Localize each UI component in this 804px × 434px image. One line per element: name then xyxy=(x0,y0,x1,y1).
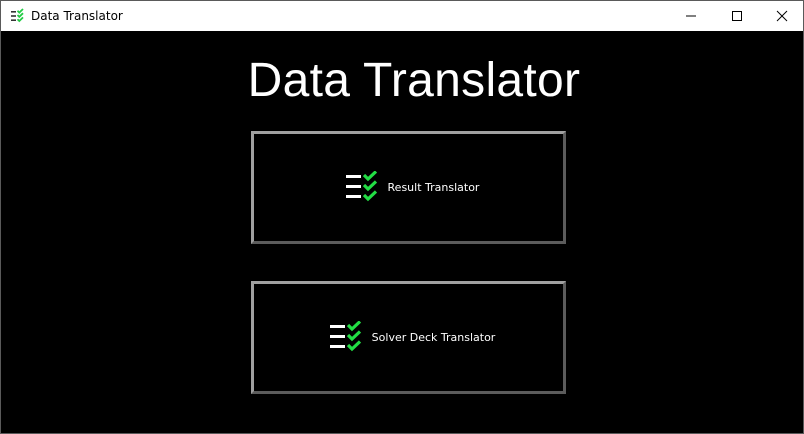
window-title: Data Translator xyxy=(31,9,123,23)
checklist-icon xyxy=(329,320,366,355)
close-button[interactable] xyxy=(759,1,803,31)
app-window: Data Translator Data Translator Result T… xyxy=(0,0,804,434)
minimize-icon xyxy=(685,7,697,26)
checklist-icon xyxy=(10,8,26,24)
result-translator-button[interactable]: Result Translator xyxy=(251,131,566,244)
minimize-button[interactable] xyxy=(668,1,713,31)
title-bar[interactable]: Data Translator xyxy=(1,1,803,31)
solver-deck-translator-button[interactable]: Solver Deck Translator xyxy=(251,281,566,394)
maximize-icon xyxy=(731,7,743,26)
result-translator-label: Result Translator xyxy=(387,180,480,194)
main-content: Data Translator Result Translator Solver… xyxy=(1,31,803,433)
page-title: Data Translator xyxy=(247,54,581,107)
maximize-button[interactable] xyxy=(714,1,759,31)
solver-deck-translator-label: Solver Deck Translator xyxy=(371,330,496,344)
checklist-icon xyxy=(345,170,382,205)
close-icon xyxy=(776,7,788,26)
